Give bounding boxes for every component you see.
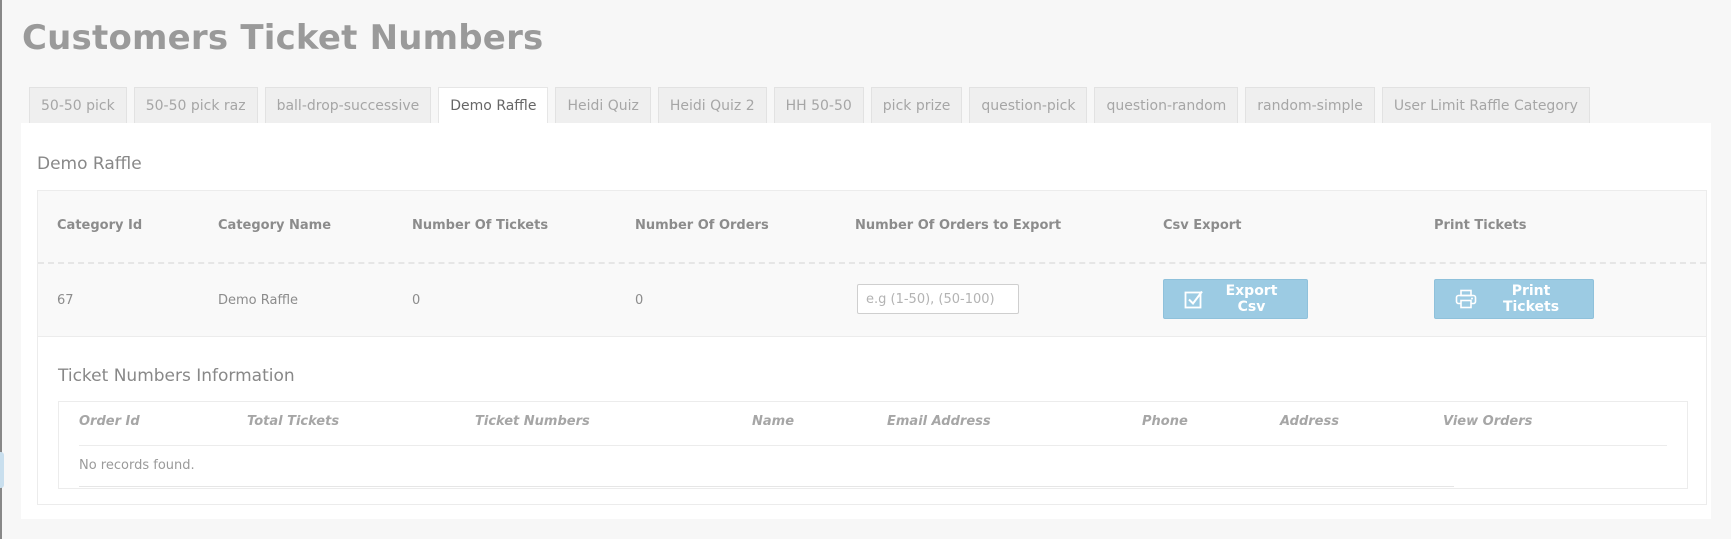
header-orders-to-export: Number Of Orders to Export	[855, 218, 1062, 233]
header-name: Name	[752, 414, 795, 429]
tab-random-simple[interactable]: random-simple	[1245, 87, 1375, 123]
export-csv-label: Export Csv	[1225, 283, 1278, 315]
header-view-orders: View Orders	[1443, 414, 1533, 429]
header-phone: Phone	[1142, 414, 1188, 429]
header-csv-export: Csv Export	[1163, 218, 1242, 233]
category-table: Category Id Category Name Number Of Tick…	[37, 190, 1707, 505]
header-address: Address	[1280, 414, 1339, 429]
category-row: 67 Demo Raffle 0 0 Export Csv	[38, 264, 1706, 337]
header-number-of-orders: Number Of Orders	[635, 218, 769, 233]
header-category-id: Category Id	[57, 218, 143, 233]
table-divider	[79, 445, 1667, 446]
ticket-info-table: Order Id Total Tickets Ticket Numbers Na…	[58, 401, 1688, 489]
empty-message: No records found.	[79, 458, 195, 473]
header-email-address: Email Address	[887, 414, 991, 429]
cell-category-id: 67	[57, 293, 74, 308]
ticket-info-title: Ticket Numbers Information	[58, 366, 295, 386]
panel-title: Demo Raffle	[37, 154, 142, 174]
tab-question-pick[interactable]: question-pick	[969, 87, 1088, 123]
tab-50-50-pick-raz[interactable]: 50-50 pick raz	[133, 87, 258, 123]
tab-hh-50-50[interactable]: HH 50-50	[773, 87, 864, 123]
check-square-icon	[1184, 289, 1204, 309]
export-csv-button[interactable]: Export Csv	[1163, 279, 1308, 319]
tab-question-random[interactable]: question-random	[1094, 87, 1239, 123]
header-ticket-numbers: Ticket Numbers	[475, 414, 590, 429]
tab-panel: Demo Raffle Category Id Category Name Nu…	[21, 123, 1711, 519]
header-print-tickets: Print Tickets	[1434, 218, 1527, 233]
table-bottom-line	[79, 486, 1454, 487]
print-tickets-button[interactable]: Print Tickets	[1434, 279, 1594, 319]
tab-demo-raffle[interactable]: Demo Raffle	[438, 87, 549, 124]
header-category-name: Category Name	[218, 218, 332, 233]
cell-category-name: Demo Raffle	[218, 293, 299, 308]
header-order-id: Order Id	[79, 414, 140, 429]
print-tickets-label: Print Tickets	[1502, 283, 1560, 315]
category-tabs: 50-50 pick 50-50 pick raz ball-drop-succ…	[29, 87, 1590, 124]
page-title: Customers Ticket Numbers	[22, 18, 544, 58]
side-handle[interactable]	[0, 452, 4, 488]
tab-heidi-quiz[interactable]: Heidi Quiz	[555, 87, 651, 123]
tab-pick-prize[interactable]: pick prize	[870, 87, 963, 123]
cell-number-of-orders: 0	[635, 293, 644, 308]
tab-50-50-pick[interactable]: 50-50 pick	[29, 87, 127, 123]
cell-number-of-tickets: 0	[412, 293, 421, 308]
header-number-of-tickets: Number Of Tickets	[412, 218, 549, 233]
tab-heidi-quiz-2[interactable]: Heidi Quiz 2	[657, 87, 767, 123]
tab-ball-drop-successive[interactable]: ball-drop-successive	[264, 87, 432, 123]
category-table-header: Category Id Category Name Number Of Tick…	[38, 191, 1706, 264]
header-total-tickets: Total Tickets	[247, 414, 340, 429]
printer-icon	[1455, 289, 1477, 309]
tab-user-limit-raffle-category[interactable]: User Limit Raffle Category	[1381, 87, 1590, 123]
orders-to-export-input[interactable]	[857, 284, 1019, 314]
